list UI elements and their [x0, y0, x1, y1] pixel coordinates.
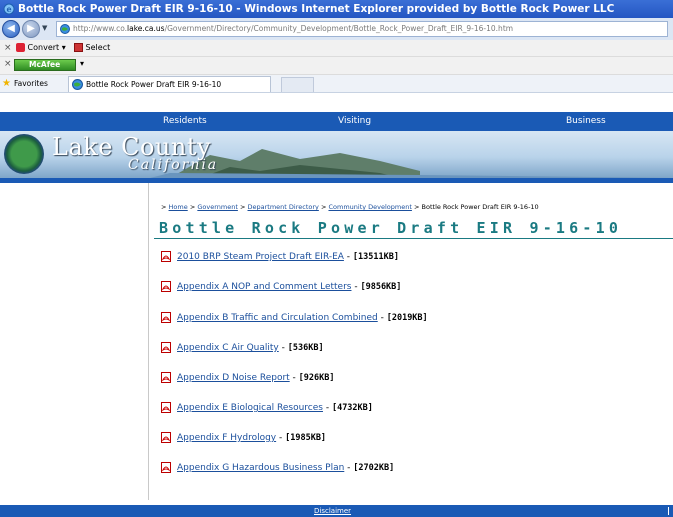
window-title: Bottle Rock Power Draft EIR 9-16-10 - Wi… [18, 3, 615, 15]
breadcrumb-separator: > [161, 203, 167, 211]
convert-toolbar: × Convert ▾ Select [0, 40, 673, 57]
document-separator: - [289, 373, 299, 383]
address-host: lake.ca.us [127, 24, 165, 33]
address-prefix: http://www.co. [73, 24, 128, 33]
document-item: Appendix F Hydrology - [1985KB] [161, 432, 326, 446]
document-link[interactable]: Appendix D Noise Report [177, 373, 290, 383]
svg-text:e: e [6, 4, 11, 14]
document-item: Appendix B Traffic and Circulation Combi… [161, 312, 428, 326]
document-link[interactable]: Appendix F Hydrology [177, 433, 276, 443]
nav-visiting[interactable]: Visiting [338, 112, 371, 131]
breadcrumb-current: Bottle Rock Power Draft EIR 9-16-10 [421, 203, 539, 211]
site-footer: Disclaimer [0, 505, 673, 517]
document-item: Appendix A NOP and Comment Letters - [98… [161, 281, 401, 295]
county-seal-logo[interactable] [4, 134, 44, 174]
select-button[interactable]: Select [74, 40, 110, 56]
pdf-icon [161, 462, 171, 473]
site-nav: Residents Visiting Business [0, 112, 673, 131]
select-label: Select [85, 43, 111, 52]
brand-california: California [128, 157, 219, 173]
tab-active[interactable]: Bottle Rock Power Draft EIR 9-16-10 [68, 76, 271, 92]
mcafee-button[interactable]: McAfee [14, 59, 76, 71]
convert-label: Convert [27, 43, 60, 52]
pdf-icon [161, 251, 171, 262]
globe-icon [60, 24, 70, 34]
document-size: [4732KB] [331, 403, 373, 413]
tab-title: Bottle Rock Power Draft EIR 9-16-10 [86, 80, 222, 89]
document-link[interactable]: Appendix E Biological Resources [177, 403, 323, 413]
convert-icon [16, 43, 25, 52]
breadcrumb-separator: > [189, 203, 196, 211]
document-size: [1985KB] [285, 433, 327, 443]
left-column-divider [148, 183, 149, 500]
address-path: /Government/Directory/Community_Developm… [164, 24, 514, 33]
breadcrumb-government[interactable]: Government [197, 203, 238, 211]
pdf-icon [161, 372, 171, 383]
document-link[interactable]: Appendix C Air Quality [177, 343, 279, 353]
document-separator: - [276, 433, 286, 443]
close-toolbar-icon[interactable]: × [4, 59, 12, 69]
breadcrumb-community[interactable]: Community Development [328, 203, 411, 211]
document-item: Appendix C Air Quality - [536KB] [161, 342, 324, 356]
forward-button[interactable]: ▶ [22, 20, 40, 38]
document-size: [13511KB] [352, 252, 399, 262]
address-toolbar: ◀ ▶ ▼ http://www.co.lake.ca.us/Governmen… [0, 18, 673, 40]
document-link[interactable]: Appendix B Traffic and Circulation Combi… [177, 313, 378, 323]
document-link[interactable]: 2010 BRP Steam Project Draft EIR-EA [177, 252, 344, 262]
document-separator: - [344, 463, 354, 473]
favorites-label: Favorites [14, 79, 48, 88]
new-tab-button[interactable] [281, 77, 314, 92]
mcafee-label: McAfee [29, 60, 61, 69]
document-size: [536KB] [287, 343, 324, 353]
back-button[interactable]: ◀ [2, 20, 20, 38]
tab-bar: ★ Favorites Bottle Rock Power Draft EIR … [0, 75, 673, 93]
globe-icon [72, 79, 83, 90]
document-separator: - [322, 403, 332, 413]
mcafee-dropdown-icon[interactable]: ▾ [80, 59, 84, 68]
document-size: [2019KB] [386, 313, 428, 323]
document-item: 2010 BRP Steam Project Draft EIR-EA - [1… [161, 251, 399, 265]
favorites-button[interactable]: ★ Favorites [2, 75, 48, 92]
breadcrumb-separator: > [320, 203, 327, 211]
document-separator: - [278, 343, 288, 353]
document-link[interactable]: Appendix G Hazardous Business Plan [177, 463, 344, 473]
breadcrumb-separator: > [414, 203, 420, 211]
pdf-icon [161, 281, 171, 292]
pdf-icon [161, 342, 171, 353]
document-item: Appendix G Hazardous Business Plan - [27… [161, 462, 394, 476]
close-toolbar-icon[interactable]: × [4, 40, 12, 56]
ie-icon: e [3, 3, 15, 15]
mcafee-toolbar: × McAfee ▾ [0, 57, 673, 75]
disclaimer-link[interactable]: Disclaimer [314, 505, 351, 517]
breadcrumb: > Home > Government > Department Directo… [161, 203, 539, 211]
document-item: Appendix D Noise Report - [926KB] [161, 372, 335, 386]
pdf-icon [161, 432, 171, 443]
document-link[interactable]: Appendix A NOP and Comment Letters [177, 282, 351, 292]
nav-business[interactable]: Business [566, 112, 606, 131]
select-icon [74, 43, 83, 52]
document-separator: - [377, 313, 387, 323]
address-input[interactable]: http://www.co.lake.ca.us/Government/Dire… [56, 21, 668, 37]
document-item: Appendix E Biological Resources - [4732K… [161, 402, 373, 416]
document-separator: - [343, 252, 353, 262]
pdf-icon [161, 312, 171, 323]
star-icon: ★ [2, 78, 11, 89]
pdf-icon [161, 402, 171, 413]
page-title: Bottle Rock Power Draft EIR 9-16-10 [159, 219, 623, 237]
site-banner: Lake County California [0, 131, 673, 178]
breadcrumb-home[interactable]: Home [169, 203, 188, 211]
footer-divider [668, 507, 669, 515]
nav-residents[interactable]: Residents [163, 112, 207, 131]
title-underline [154, 238, 673, 239]
document-size: [2702KB] [353, 463, 395, 473]
window-title-bar: e Bottle Rock Power Draft EIR 9-16-10 - … [0, 0, 673, 18]
breadcrumb-separator: > [239, 203, 246, 211]
document-size: [926KB] [298, 373, 335, 383]
convert-button[interactable]: Convert ▾ [16, 40, 66, 56]
banner-bottom-bar [0, 178, 673, 183]
breadcrumb-directory[interactable]: Department Directory [248, 203, 319, 211]
document-size: [9856KB] [360, 282, 402, 292]
dropdown-arrow-icon[interactable]: ▼ [42, 24, 47, 32]
